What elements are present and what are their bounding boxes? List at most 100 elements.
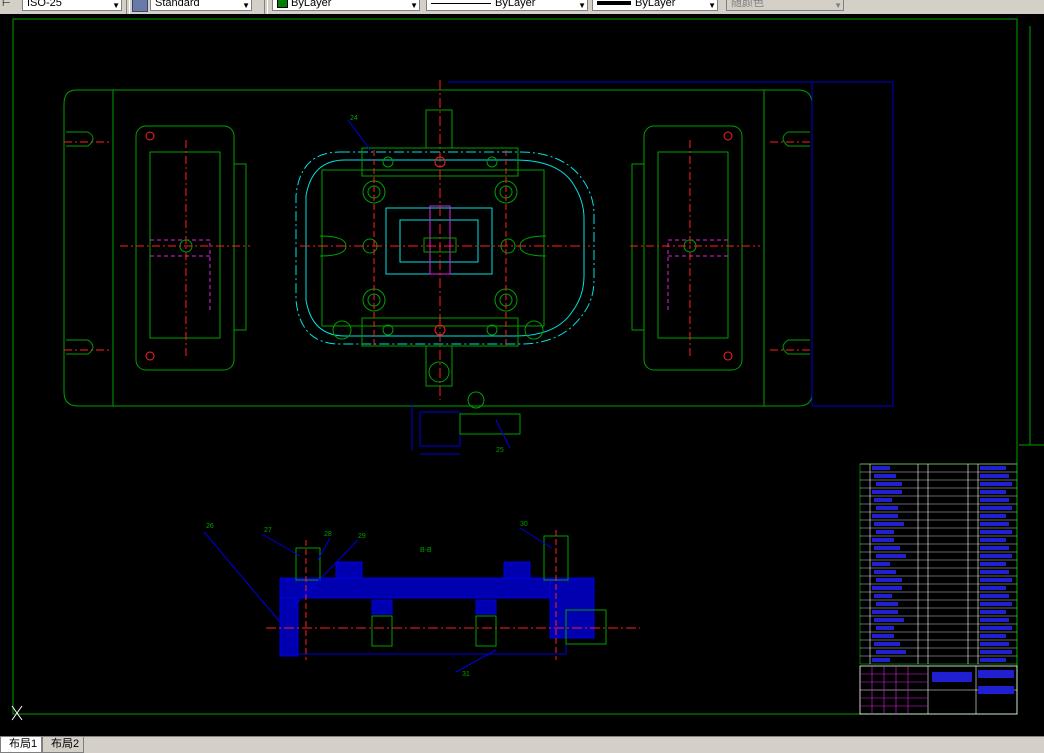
- chevron-down-icon: ▼: [708, 1, 716, 10]
- dim-style-value: ISO-25: [27, 0, 62, 9]
- parts-list-cell: [980, 530, 1012, 534]
- section-key: [475, 615, 497, 647]
- lineweight-value: ByLayer: [635, 0, 676, 9]
- section-pad: [503, 561, 531, 579]
- parts-list-cell: [980, 514, 1006, 518]
- detail-lever: [459, 413, 521, 435]
- tab-layout-2[interactable]: 布局2: [42, 737, 85, 753]
- parts-list-cell: [874, 522, 904, 526]
- parts-list-cell: [872, 490, 902, 494]
- parts-list-cell: [980, 594, 1009, 598]
- chevron-down-icon: ▼: [578, 1, 586, 10]
- parts-list-cell: [876, 554, 906, 558]
- fixture-frame: [321, 169, 545, 327]
- bottom-nut: [428, 361, 450, 383]
- lineweight-preview: [597, 1, 631, 6]
- tab-layout-1[interactable]: 布局1: [0, 737, 43, 753]
- text-style-icon[interactable]: [132, 0, 148, 12]
- parts-list-cell: [980, 490, 1006, 494]
- parts-list-cell: [874, 546, 900, 550]
- layer-color-swatch: [277, 0, 288, 9]
- parts-list-cell: [874, 642, 900, 646]
- base-plate-outline: [63, 89, 813, 407]
- center-pocket-inner: [399, 219, 479, 263]
- callout-26: 26: [206, 523, 214, 530]
- text-style-combo[interactable]: Standard ▼: [150, 0, 252, 11]
- parts-list-cell: [980, 538, 1006, 542]
- drawing-canvas[interactable]: 24 25 26 27 28 29 30 31 B-B: [0, 14, 1044, 736]
- parts-list-cell: [876, 506, 898, 510]
- parts-list-cell: [872, 514, 898, 518]
- section-body: [279, 577, 595, 599]
- parts-list-cell: [980, 554, 1012, 558]
- right-clamp-hidden: [667, 239, 728, 310]
- base-plate-inner: [112, 89, 765, 407]
- chevron-down-icon: ▼: [410, 1, 418, 10]
- linetype-value: ByLayer: [495, 0, 536, 9]
- plot-style-combo[interactable]: 随颜色 ▼: [726, 0, 844, 11]
- plot-style-value: 随颜色: [731, 0, 764, 9]
- section-pad: [335, 561, 363, 579]
- parts-list-cell: [874, 474, 896, 478]
- parts-list-cell: [874, 594, 892, 598]
- section-key: [371, 615, 393, 647]
- layout-tabs: 布局1 布局2: [0, 736, 1044, 753]
- extent-box: [811, 81, 894, 407]
- left-clamp-side: [233, 163, 247, 331]
- parts-list-cell: [980, 474, 1009, 478]
- right-clamp-side: [631, 163, 645, 331]
- parts-list-cell: [872, 538, 894, 542]
- section-label: B-B: [420, 547, 432, 554]
- dim-style-combo[interactable]: ISO-25 ▼: [22, 0, 122, 11]
- leader: [203, 531, 281, 623]
- parts-list-cell: [872, 610, 898, 614]
- left-clamp-outer: [135, 125, 235, 371]
- parts-list-cell: [980, 498, 1009, 502]
- left-clamp-hidden: [150, 239, 211, 310]
- separator: [264, 0, 268, 14]
- slot-left-bottom: [66, 339, 94, 355]
- callout-29: 29: [358, 533, 366, 540]
- parts-list-cell: [980, 650, 1012, 654]
- parts-list-cell: [980, 466, 1006, 470]
- chevron-down-icon: ▼: [242, 1, 250, 10]
- parts-list-cell: [874, 498, 892, 502]
- parts-list-cell: [872, 658, 890, 662]
- parts-list-cell: [980, 634, 1006, 638]
- callout-27: 27: [264, 527, 272, 534]
- color-value: ByLayer: [291, 0, 332, 9]
- lineweight-combo[interactable]: ByLayer ▼: [592, 0, 718, 11]
- top-clamp-screw: [425, 109, 453, 149]
- slot-right-top: [782, 131, 810, 147]
- linetype-combo[interactable]: ByLayer ▼: [426, 0, 588, 11]
- chevron-down-icon: ▼: [834, 1, 842, 10]
- section-insert: [475, 599, 497, 615]
- drawing-border: [12, 18, 1018, 715]
- parts-list-cell: [876, 482, 902, 486]
- parts-list-rows: [860, 463, 1017, 662]
- parts-list-cell: [980, 562, 1006, 566]
- leader: [455, 649, 497, 673]
- parts-list-cell: [980, 546, 1009, 550]
- dim-style-icon: ⊢: [2, 0, 11, 9]
- separator: [126, 0, 130, 14]
- parts-list-cell: [874, 618, 904, 622]
- parts-list-cell: [980, 618, 1009, 622]
- leader: [347, 119, 371, 151]
- center-pocket-outer: [385, 207, 493, 275]
- locating-bosses: [332, 156, 544, 340]
- leader: [519, 527, 553, 549]
- callout-24: 24: [350, 115, 358, 122]
- parts-list-cell: [980, 610, 1006, 614]
- chevron-down-icon: ▼: [112, 1, 120, 10]
- parts-list-cell: [980, 586, 1006, 590]
- parts-list-cell: [876, 626, 894, 630]
- parts-list-cell: [876, 650, 906, 654]
- slot-right-bottom: [782, 339, 810, 355]
- color-combo[interactable]: ByLayer ▼: [272, 0, 420, 11]
- parts-list-cell: [980, 522, 1009, 526]
- parts-list-cell: [980, 658, 1006, 662]
- linetype-preview: [431, 2, 491, 4]
- parts-list-cell: [874, 570, 896, 574]
- parts-list-cell: [872, 634, 894, 638]
